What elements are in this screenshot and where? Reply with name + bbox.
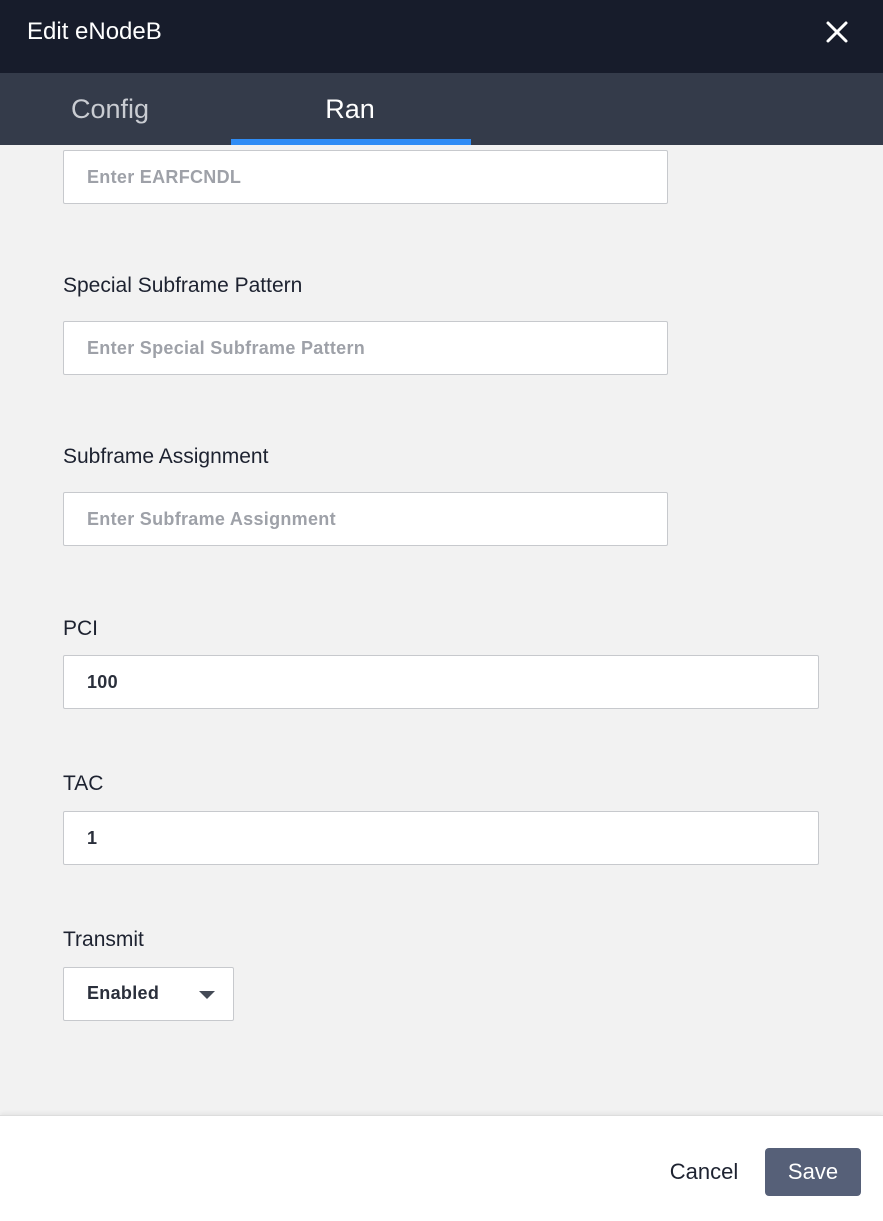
subframe-assignment-input[interactable] xyxy=(63,492,668,546)
tab-config[interactable]: Config xyxy=(0,73,230,145)
active-tab-indicator xyxy=(231,139,471,145)
close-icon xyxy=(826,21,848,43)
tab-bar: Config Ran xyxy=(0,73,883,145)
subframe-assignment-label: Subframe Assignment xyxy=(63,445,269,468)
earfcndl-input[interactable] xyxy=(63,150,668,204)
transmit-label: Transmit xyxy=(63,928,144,951)
transmit-select[interactable]: Enabled xyxy=(63,967,234,1021)
save-button[interactable]: Save xyxy=(765,1148,861,1196)
tac-label: TAC xyxy=(63,772,104,795)
transmit-selected-value: Enabled xyxy=(87,983,160,1003)
pci-input[interactable] xyxy=(63,655,819,709)
caret-down-icon xyxy=(199,991,215,999)
special-subframe-pattern-input[interactable] xyxy=(63,321,668,375)
special-subframe-pattern-label: Special Subframe Pattern xyxy=(63,274,303,297)
dialog-footer: Cancel Save xyxy=(0,1115,883,1221)
tab-ran[interactable]: Ran xyxy=(230,73,470,145)
edit-enodeb-dialog: Edit eNodeB Config Ran Special Subframe … xyxy=(0,0,883,1221)
tac-input[interactable] xyxy=(63,811,819,865)
cancel-button[interactable]: Cancel xyxy=(652,1148,756,1196)
dialog-header: Edit eNodeB xyxy=(0,0,883,73)
pci-label: PCI xyxy=(63,617,99,640)
dialog-title: Edit eNodeB xyxy=(27,18,162,45)
close-button[interactable] xyxy=(818,14,856,52)
